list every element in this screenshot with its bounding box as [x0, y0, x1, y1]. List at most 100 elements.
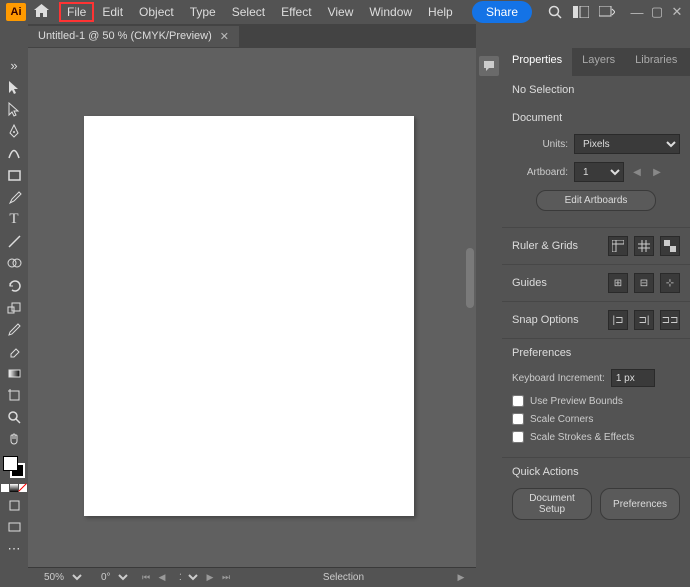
rectangle-tool-icon[interactable] — [3, 166, 25, 184]
zoom-select[interactable]: 50% — [36, 570, 85, 585]
maximize-icon[interactable]: ▢ — [650, 5, 664, 19]
menu-type[interactable]: Type — [182, 2, 224, 22]
eraser-tool-icon[interactable] — [3, 342, 25, 360]
menubar: Ai File Edit Object Type Select Effect V… — [0, 0, 690, 24]
type-tool-icon[interactable]: T — [3, 210, 25, 228]
menu-window[interactable]: Window — [361, 2, 420, 22]
menu-object[interactable]: Object — [131, 2, 182, 22]
units-label: Units: — [512, 139, 568, 150]
menu-edit[interactable]: Edit — [94, 2, 131, 22]
preferences-button[interactable]: Preferences — [600, 488, 680, 520]
edit-artboards-button[interactable]: Edit Artboards — [536, 190, 656, 211]
guides-label: Guides — [512, 277, 547, 289]
properties-panel: Properties Layers Libraries No Selection… — [502, 48, 690, 587]
show-guides-icon[interactable]: ⊞ — [608, 273, 628, 293]
last-artboard-icon[interactable]: ⏭ — [219, 570, 233, 584]
rotation-select[interactable]: 0° — [93, 570, 131, 585]
artboard-select[interactable]: 1 — [574, 162, 624, 182]
expand-toolbar-icon[interactable]: » — [3, 56, 25, 74]
scale-strokes-checkbox[interactable]: Scale Strokes & Effects — [512, 431, 680, 443]
selection-status: No Selection — [502, 76, 690, 104]
eyedropper-tool-icon[interactable] — [3, 320, 25, 338]
menu-effect[interactable]: Effect — [273, 2, 319, 22]
ruler-grids-section: Ruler & Grids — [502, 228, 690, 265]
snap-options-section: Snap Options |⊐ ⊐| ⊐⊐ — [502, 302, 690, 339]
share-button[interactable]: Share — [472, 1, 532, 23]
artboard-number-select[interactable]: 1 — [171, 570, 201, 585]
screen-mode-icon[interactable] — [3, 518, 25, 536]
guides-section: Guides ⊞ ⊟ ⊹ — [502, 265, 690, 302]
snap-pixel-icon[interactable]: |⊐ — [608, 310, 628, 330]
prev-artboard-icon[interactable]: ◀ — [155, 570, 169, 584]
lock-guides-icon[interactable]: ⊟ — [634, 273, 654, 293]
pen-tool-icon[interactable] — [3, 122, 25, 140]
color-box[interactable] — [1, 484, 9, 492]
gradient-tool-icon[interactable] — [3, 364, 25, 382]
transparency-grid-icon[interactable] — [660, 236, 680, 256]
close-icon[interactable]: ✕ — [670, 5, 684, 19]
app-logo: Ai — [6, 3, 26, 21]
status-menu-icon[interactable]: ▶ — [454, 571, 468, 585]
gradient-box[interactable] — [10, 484, 18, 492]
panel-edge — [476, 48, 502, 587]
first-artboard-icon[interactable]: ⏮ — [139, 570, 153, 584]
document-tab[interactable]: Untitled-1 @ 50 % (CMYK/Preview) ✕ — [28, 26, 239, 47]
shape-builder-tool-icon[interactable] — [3, 254, 25, 272]
preview-bounds-checkbox[interactable]: Use Preview Bounds — [512, 395, 680, 407]
ruler-grids-label: Ruler & Grids — [512, 240, 578, 252]
tab-layers[interactable]: Layers — [572, 48, 625, 76]
artboard-tool-icon[interactable] — [3, 386, 25, 404]
rotate-tool-icon[interactable] — [3, 276, 25, 294]
fill-swatch[interactable] — [3, 456, 18, 471]
scale-tool-icon[interactable] — [3, 298, 25, 316]
snap-options-label: Snap Options — [512, 314, 579, 326]
keyboard-increment-input[interactable] — [611, 369, 655, 387]
ruler-icon[interactable] — [608, 236, 628, 256]
curvature-tool-icon[interactable] — [3, 144, 25, 162]
direct-selection-tool-icon[interactable] — [3, 100, 25, 118]
workspace-icon[interactable] — [596, 1, 618, 23]
paintbrush-tool-icon[interactable] — [3, 188, 25, 206]
scale-corners-checkbox[interactable]: Scale Corners — [512, 413, 680, 425]
units-select[interactable]: Pixels — [574, 134, 680, 154]
next-artboard-icon[interactable]: ▶ — [203, 570, 217, 584]
preview-bounds-label: Use Preview Bounds — [530, 396, 623, 407]
canvas-viewport[interactable] — [28, 48, 476, 567]
scale-strokes-label: Scale Strokes & Effects — [530, 432, 634, 443]
comments-panel-icon[interactable] — [479, 56, 499, 76]
document-section: Document Units: Pixels Artboard: 1 ◀ ▶ E… — [502, 104, 690, 228]
snap-point-icon[interactable]: ⊐| — [634, 310, 654, 330]
menu-select[interactable]: Select — [224, 2, 273, 22]
search-icon[interactable] — [544, 1, 566, 23]
document-setup-button[interactable]: Document Setup — [512, 488, 592, 520]
canvas-area: 50% 0° ⏮ ◀ 1 ▶ ⏭ Selection ▶ — [28, 48, 476, 587]
line-tool-icon[interactable] — [3, 232, 25, 250]
arrange-icon[interactable] — [570, 1, 592, 23]
menu-file[interactable]: File — [59, 2, 94, 22]
preferences-title: Preferences — [512, 347, 680, 359]
minimize-icon[interactable]: — — [630, 5, 644, 19]
zoom-tool-icon[interactable] — [3, 408, 25, 426]
status-mode: Selection — [241, 572, 446, 583]
edit-toolbar-icon[interactable]: ⋯ — [3, 540, 25, 558]
tab-close-icon[interactable]: ✕ — [220, 30, 229, 43]
vertical-scrollbar[interactable] — [466, 248, 474, 308]
selection-tool-icon[interactable] — [3, 78, 25, 96]
document-tab-title: Untitled-1 @ 50 % (CMYK/Preview) — [38, 30, 212, 42]
grid-icon[interactable] — [634, 236, 654, 256]
artboard-label: Artboard: — [512, 167, 568, 178]
artboard[interactable] — [84, 116, 414, 516]
tab-properties[interactable]: Properties — [502, 48, 572, 76]
prev-artboard-btn[interactable]: ◀ — [630, 163, 644, 181]
smart-guides-icon[interactable]: ⊹ — [660, 273, 680, 293]
menu-help[interactable]: Help — [420, 2, 461, 22]
next-artboard-btn[interactable]: ▶ — [650, 163, 664, 181]
snap-grid-icon[interactable]: ⊐⊐ — [660, 310, 680, 330]
hand-tool-icon[interactable] — [3, 430, 25, 448]
draw-mode-icon[interactable] — [3, 496, 25, 514]
none-box[interactable] — [19, 484, 27, 492]
fill-stroke-swatch[interactable] — [3, 456, 25, 478]
menu-view[interactable]: View — [320, 2, 362, 22]
home-icon[interactable] — [34, 4, 49, 20]
tab-libraries[interactable]: Libraries — [625, 48, 687, 76]
